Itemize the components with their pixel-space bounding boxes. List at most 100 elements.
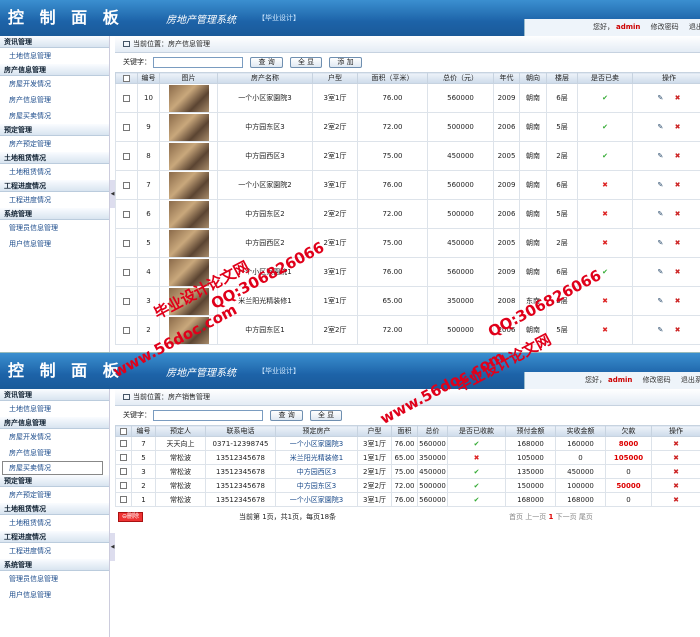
sidebar-group-title[interactable]: 工程进度情况 [0, 531, 109, 543]
cell-name: 中方园西区2 [217, 228, 313, 258]
sidebar-item[interactable]: 管理员信息管理 [0, 220, 109, 236]
sidebar-item[interactable]: 土地租赁情况 [0, 515, 109, 531]
sidebar-item[interactable]: 土地信息管理 [0, 401, 109, 417]
sidebar-group-title[interactable]: 预定管理 [0, 475, 109, 487]
prev-page-link[interactable]: 上一页 [525, 513, 546, 521]
add-button[interactable]: 添 加 [329, 56, 362, 68]
logout-link[interactable]: 退出系统 [681, 376, 700, 384]
booked-house-link[interactable]: 米兰阳光精装修1 [275, 450, 358, 465]
query-button[interactable]: 查 询 [270, 409, 303, 421]
row-checkbox[interactable] [115, 228, 138, 258]
edit-pencil-icon[interactable]: ✎ [658, 210, 664, 218]
sidebar-item[interactable]: 房产预定管理 [0, 487, 109, 503]
delete-x-icon[interactable]: ✖ [673, 454, 679, 462]
delete-button[interactable]: ⊖删除 [118, 512, 144, 522]
search-input[interactable] [153, 56, 244, 68]
select-all-checkbox[interactable] [115, 425, 132, 437]
sidebar-group-title[interactable]: 资讯管理 [0, 36, 109, 48]
table-row: 8 中方园西区3 2室1厅 75.00 450000 2005 朝南 2层 ✔ ✎ ✖ [115, 141, 700, 171]
sidebar-item[interactable]: 工程进度情况 [0, 543, 109, 559]
edit-pencil-icon[interactable]: ✎ [658, 297, 664, 305]
edit-pencil-icon[interactable]: ✎ [658, 94, 664, 102]
row-checkbox[interactable] [115, 436, 132, 451]
sidebar-item[interactable]: 房产预定管理 [0, 136, 109, 152]
edit-pencil-icon[interactable]: ✎ [658, 123, 664, 131]
sidebar-item[interactable]: 用户信息管理 [0, 587, 109, 603]
sidebar-group-title[interactable]: 资讯管理 [0, 389, 109, 401]
row-checkbox[interactable] [115, 464, 132, 479]
sold-status: ✖ [577, 170, 633, 200]
table-row: 10 一个小区家園院3 3室1厅 76.00 560000 2009 朝南 6层 ✔ ✎ ✖ [115, 83, 700, 113]
edit-pencil-icon[interactable]: ✎ [658, 239, 664, 247]
delete-x-icon[interactable]: ✖ [675, 268, 681, 276]
sidebar-group-title[interactable]: 土地租赁情况 [0, 152, 109, 164]
sidebar-item[interactable]: 房屋开发情况 [0, 76, 109, 92]
sidebar-item[interactable]: 管理员信息管理 [0, 571, 109, 587]
next-page-link[interactable]: 下一页 [556, 513, 577, 521]
delete-x-icon[interactable]: ✖ [675, 152, 681, 160]
cell-orientation: 朝南 [519, 199, 547, 229]
sidebar-item[interactable]: 房屋开发情况 [0, 429, 109, 445]
row-checkbox[interactable] [115, 170, 138, 200]
row-checkbox[interactable] [115, 199, 138, 229]
delete-x-icon[interactable]: ✖ [673, 482, 679, 490]
delete-x-icon[interactable]: ✖ [675, 181, 681, 189]
sidebar-item[interactable]: 用户信息管理 [0, 236, 109, 252]
row-checkbox[interactable] [115, 83, 138, 113]
column-header: 年代 [493, 72, 520, 84]
delete-x-icon[interactable]: ✖ [673, 440, 679, 448]
sidebar-group-title[interactable]: 预定管理 [0, 124, 109, 136]
logout-link[interactable]: 退出系统 [689, 23, 700, 31]
row-checkbox[interactable] [115, 492, 132, 507]
search-input[interactable] [153, 409, 264, 421]
booked-house-link[interactable]: 中方园东区3 [275, 478, 358, 493]
select-all-checkbox[interactable] [115, 72, 138, 84]
row-checkbox[interactable] [115, 450, 132, 465]
sidebar-item[interactable]: 土地信息管理 [0, 48, 109, 64]
show-all-button[interactable]: 全 显 [309, 409, 343, 421]
check-icon: ✔ [473, 495, 480, 504]
change-password-link[interactable]: 修改密码 [651, 23, 679, 31]
sidebar-group-title[interactable]: 系统管理 [0, 559, 109, 571]
delete-x-icon[interactable]: ✖ [673, 496, 679, 504]
change-password-link[interactable]: 修改密码 [643, 376, 671, 384]
sidebar-group-title[interactable]: 系统管理 [0, 208, 109, 220]
delete-x-icon[interactable]: ✖ [675, 123, 681, 131]
booked-house-link[interactable]: 中方园西区3 [275, 464, 358, 479]
delete-x-icon[interactable]: ✖ [675, 326, 681, 334]
booked-house-link[interactable]: 一个小区家園院3 [275, 436, 358, 451]
row-checkbox[interactable] [115, 315, 138, 345]
delete-x-icon[interactable]: ✖ [675, 94, 681, 102]
window-icon [123, 41, 130, 47]
show-all-button[interactable]: 全 显 [289, 56, 323, 68]
delete-x-icon[interactable]: ✖ [673, 468, 679, 476]
first-page-link[interactable]: 首页 [509, 513, 523, 521]
sidebar-group-title[interactable]: 工程进度情况 [0, 180, 109, 192]
sidebar-group-title[interactable]: 房产信息管理 [0, 64, 109, 76]
sidebar-group-title[interactable]: 土地租赁情况 [0, 503, 109, 515]
sidebar-item[interactable]: 房屋买卖情况 [0, 108, 109, 124]
last-page-link[interactable]: 尾页 [579, 513, 593, 521]
edit-pencil-icon[interactable]: ✎ [658, 152, 664, 160]
row-checkbox[interactable] [115, 478, 132, 493]
row-checkbox[interactable] [115, 141, 138, 171]
edit-pencil-icon[interactable]: ✎ [658, 268, 664, 276]
row-checkbox[interactable] [115, 112, 138, 142]
edit-pencil-icon[interactable]: ✎ [658, 181, 664, 189]
sidebar-item[interactable]: 土地租赁情况 [0, 164, 109, 180]
column-header: 操作 [651, 425, 700, 437]
delete-x-icon[interactable]: ✖ [675, 297, 681, 305]
booked-house-link[interactable]: 一个小区家園院3 [275, 492, 358, 507]
delete-x-icon[interactable]: ✖ [675, 239, 681, 247]
delete-x-icon[interactable]: ✖ [675, 210, 681, 218]
sidebar-item[interactable]: 工程进度情况 [0, 192, 109, 208]
house-photo [159, 112, 218, 142]
query-button[interactable]: 查 询 [250, 56, 283, 68]
sidebar-item[interactable]: 房产信息管理 [0, 92, 109, 108]
edit-pencil-icon[interactable]: ✎ [658, 326, 664, 334]
row-checkbox[interactable] [115, 286, 138, 316]
row-checkbox[interactable] [115, 257, 138, 287]
sidebar-item[interactable]: 房屋买卖情况 [2, 461, 103, 475]
sidebar-group-title[interactable]: 房产信息管理 [0, 417, 109, 429]
sidebar-item[interactable]: 房产信息管理 [0, 445, 109, 461]
